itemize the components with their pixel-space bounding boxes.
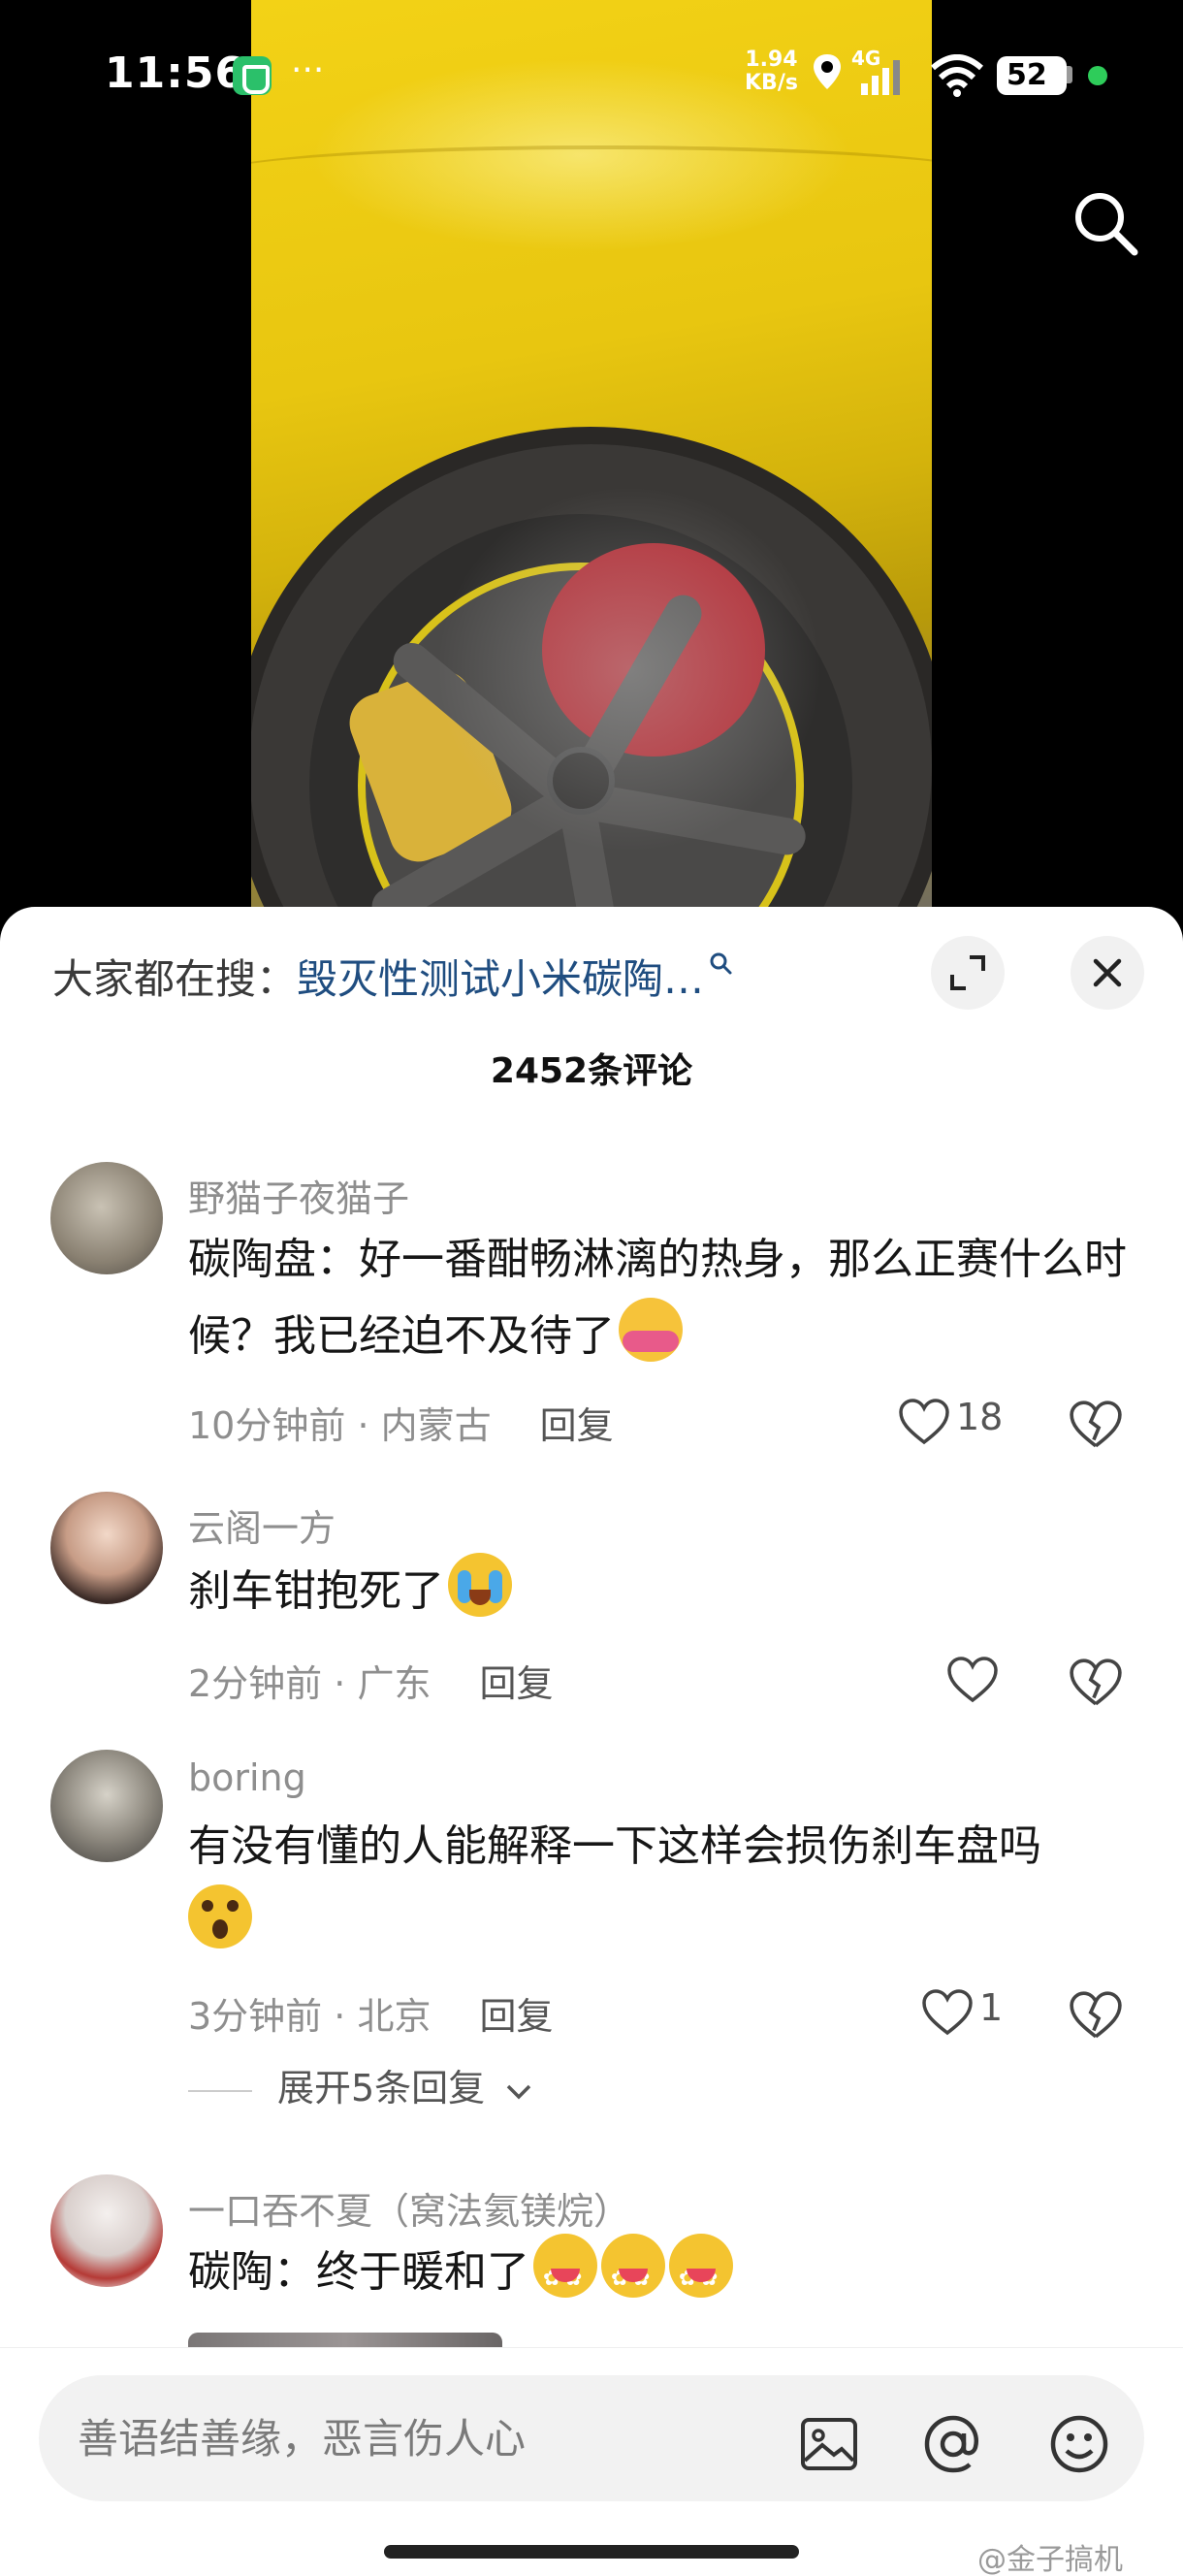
heart-icon (922, 1989, 973, 2036)
comment-time: 3分钟前 (188, 1995, 323, 2038)
heart-icon (947, 1657, 998, 1703)
expand-icon (950, 955, 985, 990)
home-indicator[interactable] (384, 2545, 799, 2559)
at-icon[interactable] (919, 2410, 987, 2478)
charging-indicator (1088, 66, 1107, 85)
hug-emoji-icon (619, 1298, 683, 1362)
reply-button[interactable]: 回复 (479, 1662, 553, 1705)
avatar[interactable] (50, 1492, 163, 1604)
status-time: 11:56 (105, 48, 246, 98)
watermark: @金子搞机 (977, 2543, 1123, 2576)
comment-time: 10分钟前 (188, 1404, 346, 1447)
hot-search-query[interactable]: 毁灭性测试小米碳陶… (297, 955, 704, 1003)
reply-button[interactable]: 回复 (540, 1404, 614, 1447)
comment-username[interactable]: 一口吞不夏（窝法氦镁烷） (188, 2181, 630, 2235)
status-bar: 11:56 ··· 1.94 KB/s 4G 52 (0, 0, 1183, 155)
network-speed: 1.94 KB/s (745, 48, 798, 95)
avatar[interactable] (50, 1750, 163, 1862)
battery-icon: 52 (997, 56, 1067, 95)
image-icon[interactable] (795, 2410, 863, 2478)
comment-meta: 2分钟前 · 广东 回复 (188, 1662, 554, 1705)
comment-input[interactable] (78, 2397, 756, 2480)
chevron-down-icon (507, 2084, 531, 2099)
battery-tip (1067, 66, 1072, 83)
reply-button[interactable]: 回复 (479, 1995, 553, 2038)
wifi-icon (931, 54, 983, 97)
comment-time: 2分钟前 (188, 1662, 323, 1705)
search-icon (710, 952, 732, 975)
comment-username[interactable]: 云阁一方 (188, 1498, 336, 1552)
video-player[interactable]: 11:56 ··· 1.94 KB/s 4G 52 (0, 0, 1183, 931)
comment-meta: 10分钟前 · 内蒙古 回复 (188, 1404, 614, 1447)
laughing-crying-emoji-icon (448, 1553, 512, 1617)
comment-location: 北京 (357, 1995, 432, 2038)
comment-username[interactable]: boring (188, 1756, 306, 1799)
brake-smoke (435, 485, 823, 853)
comments-sheet: 大家都在搜：毁灭性测试小米碳陶… 2452条评论 野猫子夜猫子 碳陶盘：好一番酣… (0, 907, 1183, 2576)
comment-text[interactable]: 碳陶盘：好一番酣畅淋漓的热身，那么正赛什么时候？我已经迫不及待了 (188, 1222, 1129, 1374)
warm-emoji-icon (601, 2234, 665, 2317)
close-button[interactable] (1071, 936, 1144, 1010)
avatar[interactable] (50, 1162, 163, 1274)
broken-heart-icon[interactable] (1069, 1656, 1123, 1710)
more-notifications-dots: ··· (291, 50, 325, 90)
broken-heart-icon[interactable] (1069, 1988, 1123, 2043)
expand-button[interactable] (931, 936, 1005, 1010)
cellular-signal-icon (861, 60, 900, 95)
like-count: 1 (979, 1986, 1004, 2029)
comment-text-content: 有没有懂的人能解释一下这样会损伤刹车盘吗 (188, 1821, 1041, 1871)
warm-emoji-icon (669, 2234, 733, 2317)
battery-level: 52 (1007, 58, 1047, 92)
expand-replies-label: 展开5条回复 (277, 2067, 486, 2109)
hot-search-link[interactable]: 大家都在搜：毁灭性测试小米碳陶… (52, 946, 906, 1014)
comment-count: 2452条评论 (490, 1051, 693, 1091)
expand-replies-button[interactable]: 展开5条回复 (188, 2058, 535, 2111)
avatar[interactable] (50, 2174, 163, 2287)
comment-text[interactable]: 有没有懂的人能解释一下这样会损伤刹车盘吗 (188, 1809, 1129, 1961)
comment-text[interactable]: 刹车钳抱死了 (188, 1553, 1129, 1629)
network-speed-unit: KB/s (745, 71, 798, 95)
broken-heart-icon[interactable] (1069, 1398, 1123, 1452)
comment-username[interactable]: 野猫子夜猫子 (188, 1169, 409, 1222)
comment-text[interactable]: 碳陶：终于暖和了 (188, 2234, 1129, 2317)
comment-location: 广东 (357, 1662, 432, 1705)
comment-location: 内蒙古 (380, 1404, 492, 1447)
hot-search-prefix: 大家都在搜： (52, 955, 298, 1003)
search-icon[interactable] (1067, 184, 1144, 262)
location-icon (814, 54, 841, 89)
comment-meta: 3分钟前 · 北京 回复 (188, 1995, 554, 2038)
comment-text-content: 刹车钳抱死了 (188, 1566, 444, 1616)
app-notification-icon (233, 56, 272, 95)
heart-icon (899, 1399, 949, 1445)
emoji-icon[interactable] (1045, 2410, 1113, 2478)
like-count: 18 (956, 1396, 1004, 1438)
warm-emoji-icon (533, 2234, 597, 2317)
shocked-emoji-icon (188, 1884, 252, 1948)
close-icon (1093, 958, 1122, 987)
comment-text-content: 碳陶：终于暖和了 (188, 2247, 529, 2297)
divider (188, 2089, 252, 2092)
network-speed-value: 1.94 (745, 48, 798, 72)
